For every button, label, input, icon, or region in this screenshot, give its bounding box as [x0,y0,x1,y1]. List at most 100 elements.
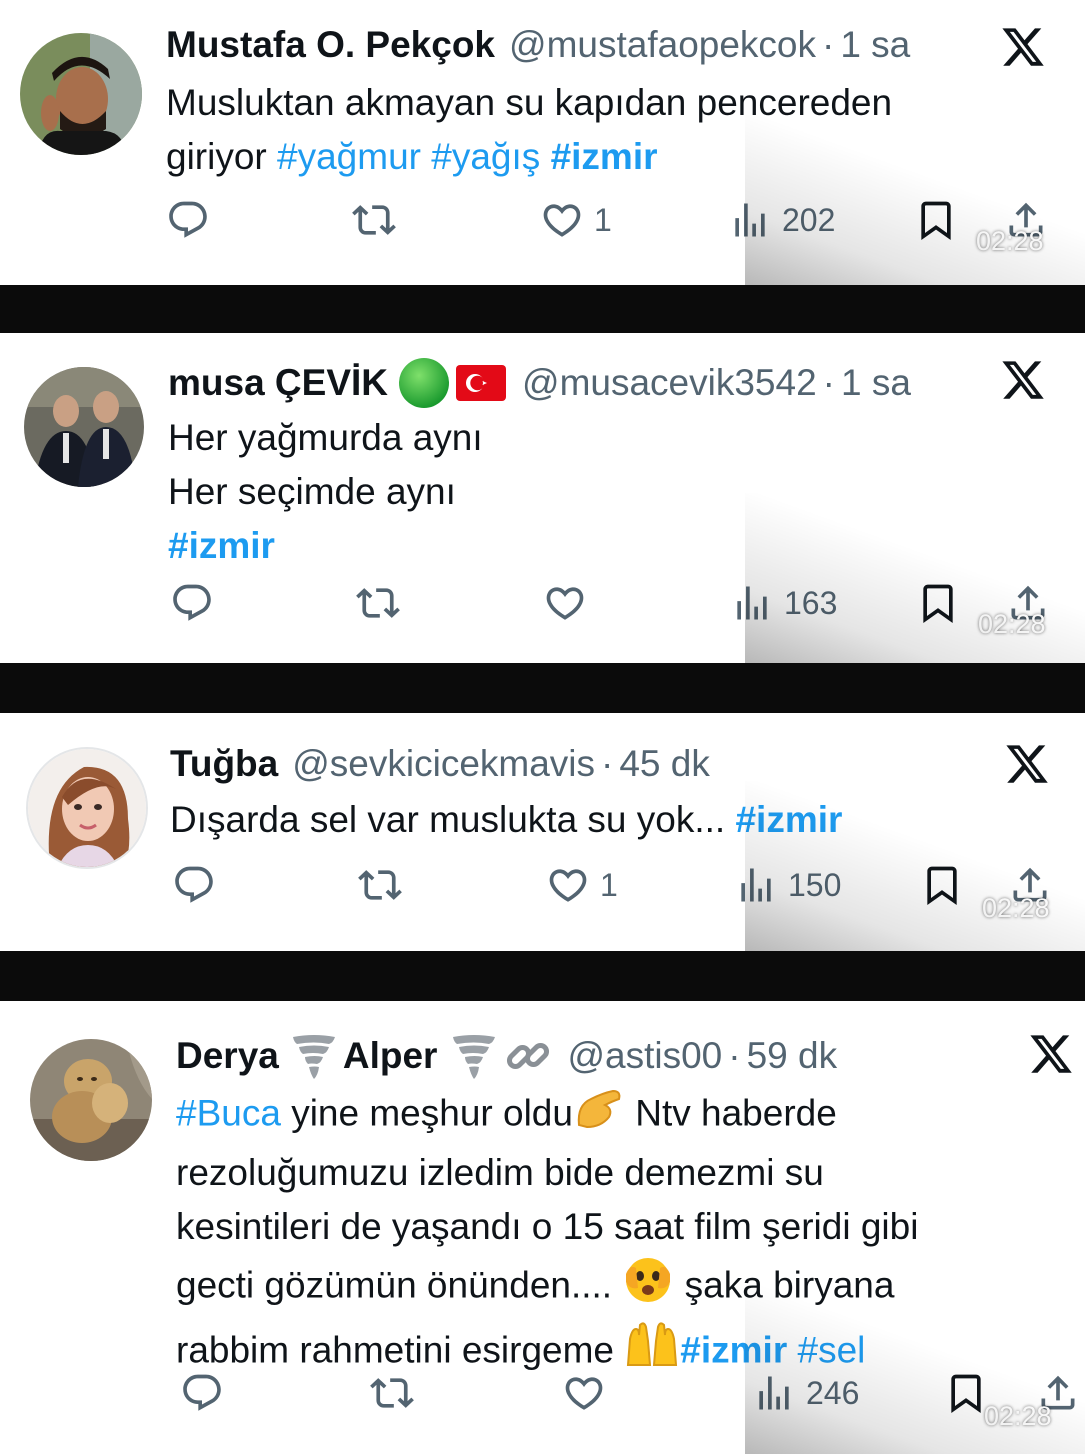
views-icon [735,203,765,237]
tweet-line: Musluktan akmayan su kapıdan pencereden [166,76,892,130]
tweet-text-segment: rezoluğumuzu izledim bide demezmi su [176,1152,824,1193]
like-button[interactable] [562,1371,606,1415]
tweet-card[interactable]: Tuğba @sevkicicekmavis · 45 dk Dışarda s… [0,713,1085,951]
hashtag-link[interactable]: #izmir [551,136,658,177]
avatar[interactable] [30,1039,152,1161]
user-handle[interactable]: @musacevik3542 [522,362,817,404]
tweet-card[interactable]: Derya Alper @astis00 · 59 dk #Buca yine … [0,1001,1085,1454]
display-name[interactable]: musa ÇEVİK [168,362,388,404]
like-button[interactable]: 1 [546,863,618,907]
repost-button[interactable] [358,863,402,907]
hashtag-link[interactable]: #izmir [680,1329,787,1370]
views-button[interactable]: 246 [752,1371,859,1415]
separator-dot: · [728,1035,741,1076]
tweet-line: Dışarda sel var muslukta su yok... #izmi… [170,793,842,847]
tweet-line: gecti gözümün önünden.... şaka biryana [176,1254,918,1321]
tweet-text-segment: şaka biryana [674,1264,895,1306]
repost-button[interactable] [352,198,396,242]
heart-icon [565,1377,603,1410]
reply-button[interactable] [170,581,214,625]
user-handle[interactable]: @mustafaopekcok [509,24,816,66]
hashtag-link[interactable]: #yağış [431,136,540,177]
view-count: 246 [806,1374,860,1411]
action-bar: 1 202 [0,198,1085,258]
post-time[interactable]: 1 sa [841,362,911,404]
tweet-text-segment: Dışarda sel var muslukta su yok... [170,799,736,840]
separator-dot: · [601,743,614,784]
tweet-text: Her yağmurda aynı Her seçimde aynı #izmir [168,411,483,573]
tweet-line: #izmir [168,519,483,573]
avatar[interactable] [20,33,142,155]
like-button[interactable]: 1 [540,198,612,242]
tweet-line: #Buca yine meşhur oldu Ntv haberde [176,1085,918,1146]
reply-icon [169,201,207,238]
like-count: 1 [594,201,612,238]
reply-icon [173,584,211,621]
reply-button[interactable] [166,198,210,242]
avatar-image [24,367,144,487]
turkey-flag-icon [456,365,507,401]
display-name-part[interactable]: Alper [343,1035,438,1077]
tweet-line: giriyor #yağmur #yağış #izmir [166,130,892,184]
repost-icon [358,870,402,900]
avatar[interactable] [24,367,144,487]
views-icon [737,586,767,620]
tweet-text-segment: giriyor [166,136,278,177]
hashtag-link[interactable]: #yağmur [277,136,421,177]
bookmark-button[interactable] [920,863,964,907]
x-logo-icon [1002,361,1044,399]
views-button[interactable]: 150 [734,863,841,907]
tweet-line: Her yağmurda aynı [168,411,483,465]
views-button[interactable]: 202 [728,198,835,242]
tweet-text-segment [540,136,550,177]
display-name[interactable]: Derya [176,1035,279,1077]
link-icon [507,1042,550,1070]
hashtag-link[interactable]: #Buca [176,1092,281,1133]
avatar[interactable] [26,747,148,869]
tweet-card[interactable]: musa ÇEVİK @musacevik3542 · 1 sa Her yağ… [0,333,1085,663]
bookmark-button[interactable] [914,198,958,242]
display-name[interactable]: Mustafa O. Pekçok [166,24,495,66]
hashtag-link[interactable]: #izmir [168,525,275,566]
reply-button[interactable] [180,1371,224,1415]
user-handle[interactable]: @sevkicicekmavis [292,743,595,785]
reply-icon [183,1374,221,1411]
avatar-image [28,749,146,867]
tweet-text-segment: Her yağmurda aynı [168,417,483,458]
tornado-icon [292,1035,335,1079]
green-circle-icon [399,358,450,408]
hashtag-link[interactable]: #izmir [735,799,842,840]
timestamp-overlay: 02:28 [976,226,1044,256]
like-button[interactable] [543,581,587,625]
display-name[interactable]: Tuğba [170,743,278,785]
tweet-text: #Buca yine meşhur oldu Ntv haberde rezolu… [176,1085,918,1384]
post-time[interactable]: 45 dk [619,743,710,785]
post-time[interactable]: 59 dk [747,1035,838,1077]
action-bar: 1 150 [0,863,1085,923]
reply-button[interactable] [172,863,216,907]
views-button[interactable]: 163 [730,581,837,625]
tweet-text: Dışarda sel var muslukta su yok... #izmi… [170,793,842,847]
tweet-card[interactable]: Mustafa O. Pekçok @mustafaopekcok · 1 sa… [0,0,1085,285]
repost-button[interactable] [370,1371,414,1415]
heart-icon [549,869,587,902]
action-bar: 246 [0,1371,1085,1431]
post-time[interactable]: 1 sa [840,24,910,66]
avatar-image [20,33,142,155]
divider [0,951,1085,1001]
view-count: 163 [784,584,838,621]
user-handle[interactable]: @astis00 [567,1035,722,1077]
bookmark-button[interactable] [916,581,960,625]
repost-icon [356,588,400,618]
tweet-line: Her seçimde aynı [168,465,483,519]
heart-icon [543,204,581,237]
repost-button[interactable] [356,581,400,625]
hashtag-link[interactable]: #sel [798,1329,866,1370]
tweet-line: rezoluğumuzu izledim bide demezmi su [176,1146,918,1200]
bookmark-button[interactable] [944,1371,988,1415]
tweet-text-segment: yine meşhur oldu [280,1092,573,1134]
divider [0,285,1085,333]
x-logo-icon [1002,28,1044,66]
tweet-text-segment: gecti gözümün önünden.... [176,1264,623,1306]
tweet-text: Musluktan akmayan su kapıdan pencereden g… [166,76,892,184]
